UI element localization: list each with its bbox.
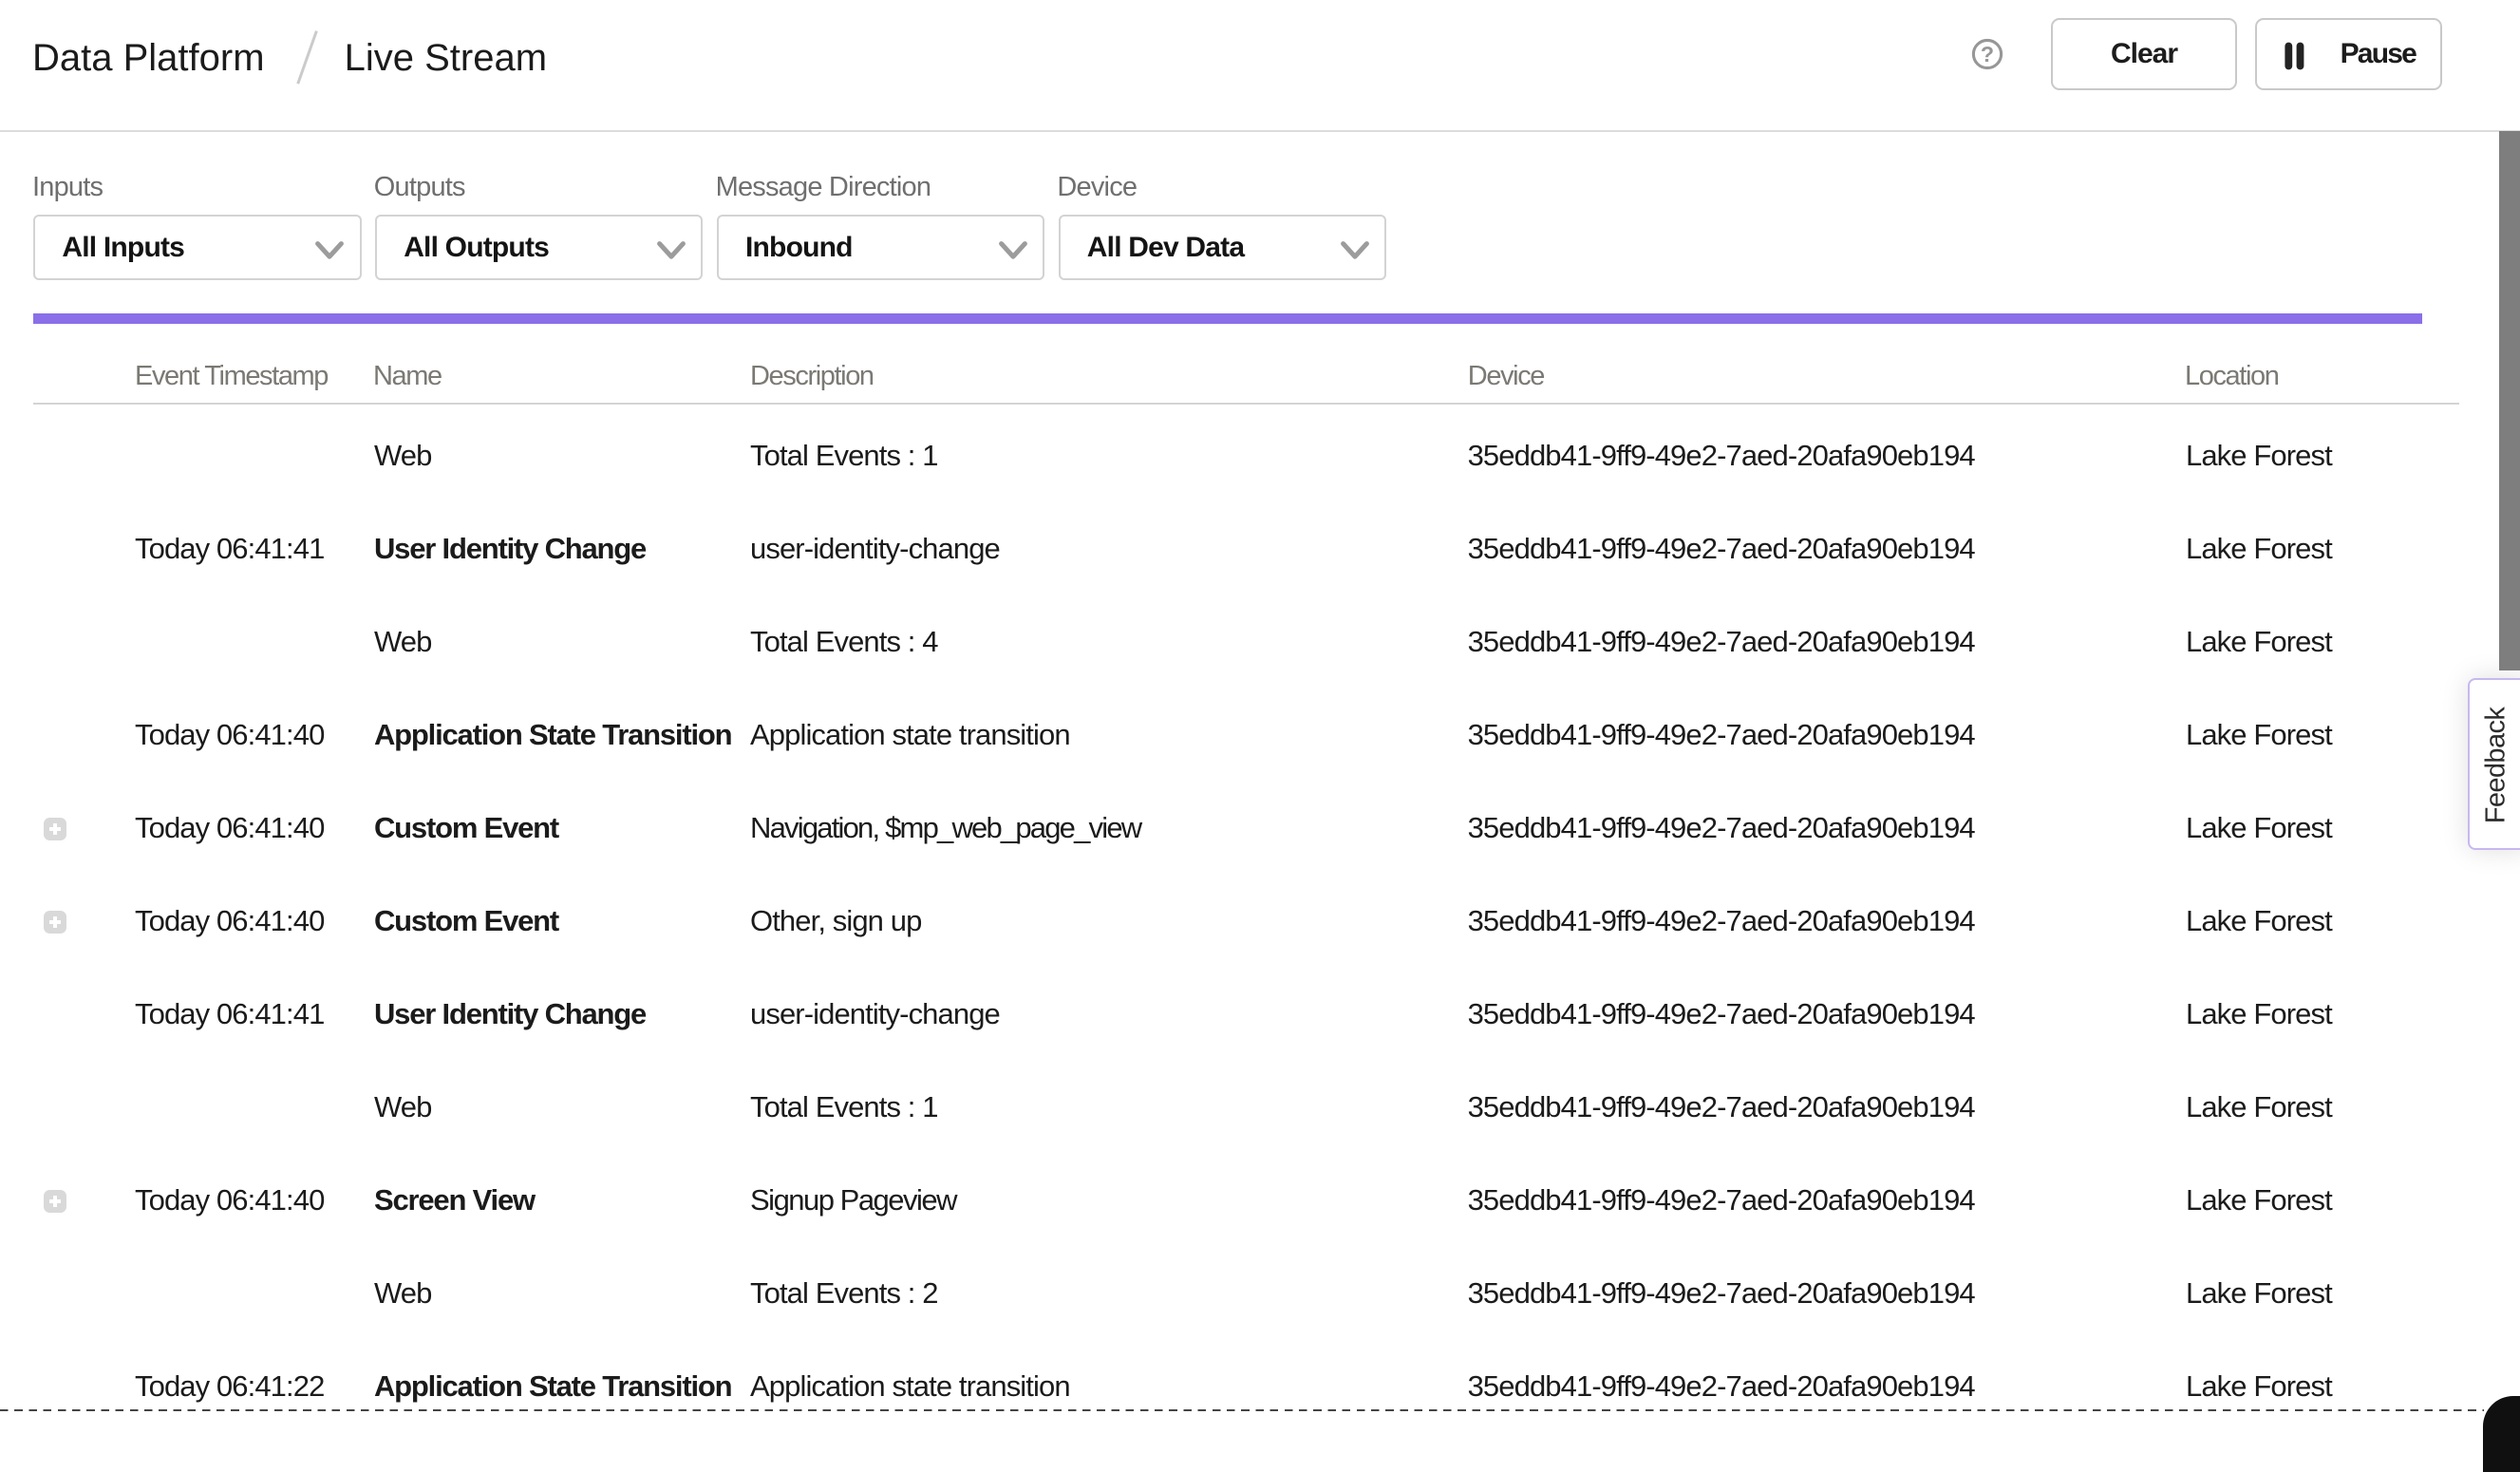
svg-text:?: ? [1981, 42, 1994, 66]
